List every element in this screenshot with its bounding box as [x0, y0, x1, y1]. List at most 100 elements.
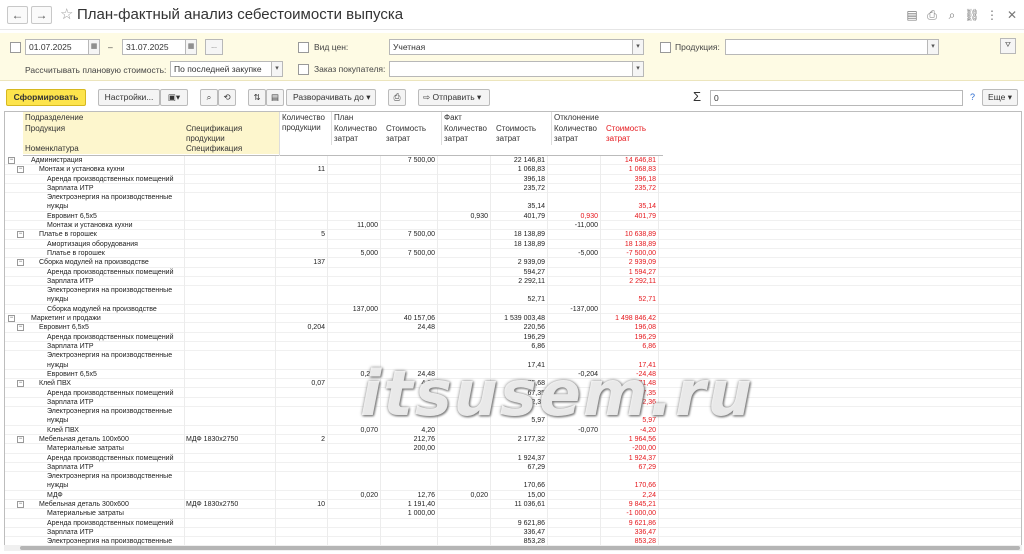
- table-row[interactable]: МДФ 0,020 12,76 0,020 15,00 2,24: [5, 491, 1021, 501]
- table-row[interactable]: Монтаж и установка кухни 11,000 -11,000: [5, 221, 1021, 231]
- customer-order-select[interactable]: [389, 61, 633, 77]
- cell-fq: [437, 249, 490, 258]
- row-toggle-icon[interactable]: −: [17, 259, 24, 267]
- row-toggle-icon[interactable]: −: [17, 380, 24, 388]
- table-row[interactable]: Платье в горошек 5,000 7 500,00 -5,000 -7 50…: [5, 249, 1021, 259]
- close-icon[interactable]: ✕: [1004, 7, 1020, 23]
- generate-button[interactable]: Сформировать: [6, 89, 86, 106]
- print-icon[interactable]: ⎙: [924, 7, 940, 23]
- help-icon[interactable]: ?: [970, 92, 975, 102]
- table-row[interactable]: Зарплата ИТР 235,72 235,72: [5, 184, 1021, 194]
- table-row[interactable]: − Администрация 7 500,00 22 146,81 14 646,81: [5, 156, 1021, 166]
- row-toggle-icon[interactable]: −: [17, 166, 24, 174]
- period-select-button[interactable]: ...: [205, 39, 223, 55]
- scroll-thumb[interactable]: [20, 546, 1020, 550]
- row-name: Аренда производственных помещений: [47, 389, 174, 397]
- row-toggle-icon[interactable]: −: [8, 157, 15, 164]
- cell-pq: [327, 342, 380, 351]
- date-to-calendar-icon[interactable]: ▦: [185, 39, 197, 55]
- print-button-icon[interactable]: ⎙: [388, 89, 406, 106]
- table-row[interactable]: − Мебельная деталь 100х600 МДФ 1830х2750 2 2…: [5, 435, 1021, 445]
- row-name: Клей ПВХ: [39, 380, 71, 388]
- table-row[interactable]: Зарплата ИТР 67,29 67,29: [5, 463, 1021, 473]
- cell-spec: [184, 314, 274, 323]
- menu-icon[interactable]: ⋮: [984, 7, 1000, 23]
- table-row[interactable]: Материальные затраты 1 000,00 -1 000,00: [5, 509, 1021, 519]
- cell-fc: 67,29: [527, 463, 545, 471]
- cell-spec: [184, 230, 274, 239]
- table-row[interactable]: Электроэнергия на производственные нужды…: [5, 472, 1021, 491]
- product-checkbox[interactable]: [660, 42, 671, 53]
- cell-qp: 0,07: [311, 380, 325, 388]
- table-row[interactable]: Электроэнергия на производственные нужды…: [5, 193, 1021, 212]
- send-button[interactable]: ⇨ Отправить ▾: [418, 89, 490, 106]
- table-row[interactable]: − Маркетинг и продажи 40 157,06 1 539 003,4…: [5, 314, 1021, 324]
- cell-pq: [327, 156, 380, 165]
- group-collapse-icon[interactable]: ▤: [266, 89, 284, 106]
- link-icon[interactable]: ⛓: [964, 7, 980, 23]
- group-expand-icon[interactable]: ⇅: [248, 89, 266, 106]
- back-button[interactable]: ←: [7, 6, 28, 24]
- table-row[interactable]: Аренда производственных помещений 594,27 1…: [5, 268, 1021, 277]
- customer-order-checkbox[interactable]: [298, 64, 309, 75]
- row-toggle-icon[interactable]: −: [17, 231, 24, 239]
- table-row[interactable]: − Евровинт 6,5х5 0,204 24,48 220,56 196,08: [5, 323, 1021, 333]
- date-from-input[interactable]: 01.07.2025: [25, 39, 89, 55]
- settings-button[interactable]: Настройки...: [98, 89, 160, 106]
- row-toggle-icon[interactable]: −: [17, 501, 24, 509]
- cell-fq: [437, 240, 490, 249]
- favorite-star-icon[interactable]: ☆: [60, 5, 73, 23]
- row-toggle-icon[interactable]: −: [17, 324, 24, 332]
- preview-icon[interactable]: ⌕: [944, 7, 960, 23]
- table-row[interactable]: − Мебельная деталь 300х600 МДФ 1830х2750 10…: [5, 500, 1021, 510]
- table-row[interactable]: − Платье в горошек 5 7 500,00 18 138,89 10 63…: [5, 230, 1021, 240]
- table-row[interactable]: Аренда производственных помещений 396,18 3…: [5, 175, 1021, 184]
- horizontal-scrollbar[interactable]: [4, 545, 1022, 551]
- table-row[interactable]: Аренда производственных помещений 9 621,8…: [5, 519, 1021, 528]
- search-clear-icon[interactable]: ⟲: [218, 89, 236, 106]
- table-row[interactable]: Зарплата ИТР 2 292,11 2 292,11: [5, 277, 1021, 287]
- cell-dq: [547, 258, 600, 267]
- cell-dc: 1 498 846,42: [615, 315, 656, 323]
- date-to-input[interactable]: 31.07.2025: [122, 39, 186, 55]
- cell-dq: -11,000: [574, 222, 598, 230]
- cell-pq: [327, 202, 380, 211]
- table-row[interactable]: Зарплата ИТР 336,47 336,47: [5, 528, 1021, 538]
- row-toggle-icon[interactable]: −: [17, 436, 24, 443]
- table-row[interactable]: Амортизация оборудования 18 138,89 18 138,…: [5, 240, 1021, 249]
- table-row[interactable]: Зарплата ИТР 6,86 6,86: [5, 342, 1021, 352]
- table-row[interactable]: Евровинт 6,5х5 0,930 401,79 0,930 401,79: [5, 212, 1021, 222]
- search-icon[interactable]: ⌕: [200, 89, 218, 106]
- forward-button[interactable]: →: [31, 6, 52, 24]
- funnel-icon[interactable]: ⛛: [1000, 38, 1016, 54]
- date-from-calendar-icon[interactable]: ▦: [88, 39, 100, 55]
- plan-cost-select[interactable]: По последней закупке: [170, 61, 272, 77]
- table-row[interactable]: Материальные затраты 200,00 -200,00: [5, 444, 1021, 454]
- plan-cost-dropdown-icon[interactable]: ▾: [271, 61, 283, 77]
- period-checkbox[interactable]: [10, 42, 21, 53]
- cell-spec: [184, 277, 274, 286]
- product-dropdown-icon[interactable]: ▾: [927, 39, 939, 55]
- cell-qp: [275, 184, 327, 193]
- table-row[interactable]: − Монтаж и установка кухни 11 1 068,83 1 068…: [5, 165, 1021, 175]
- more-button[interactable]: Еще ▾: [982, 89, 1018, 106]
- row-toggle-icon[interactable]: −: [8, 315, 15, 323]
- customer-order-dropdown-icon[interactable]: ▾: [632, 61, 644, 77]
- table-row[interactable]: Аренда производственных помещений 196,29 1…: [5, 333, 1021, 342]
- save-icon[interactable]: ▤: [904, 7, 920, 23]
- table-row[interactable]: Сборка модулей на производстве 137,000 -13…: [5, 305, 1021, 315]
- expand-to-button[interactable]: Разворачивать до ▾: [286, 89, 376, 106]
- price-type-select[interactable]: Учетная: [389, 39, 633, 55]
- report-grid[interactable]: Подразделение Продукция Спецификация про…: [4, 111, 1022, 549]
- price-type-dropdown-icon[interactable]: ▾: [632, 39, 644, 55]
- table-row[interactable]: Электроэнергия на производственные нужды…: [5, 286, 1021, 305]
- cell-qp: [275, 156, 327, 165]
- table-row[interactable]: − Сборка модулей на производстве 137 2 939,…: [5, 258, 1021, 268]
- grid-line: [275, 156, 276, 548]
- price-type-checkbox[interactable]: [298, 42, 309, 53]
- cell-dc: 1 068,83: [628, 166, 656, 174]
- variants-icon[interactable]: ▣▾: [160, 89, 188, 106]
- table-row[interactable]: Аренда производственных помещений 1 924,3…: [5, 454, 1021, 463]
- product-select[interactable]: [725, 39, 928, 55]
- cell-dc: 2,24: [642, 491, 656, 499]
